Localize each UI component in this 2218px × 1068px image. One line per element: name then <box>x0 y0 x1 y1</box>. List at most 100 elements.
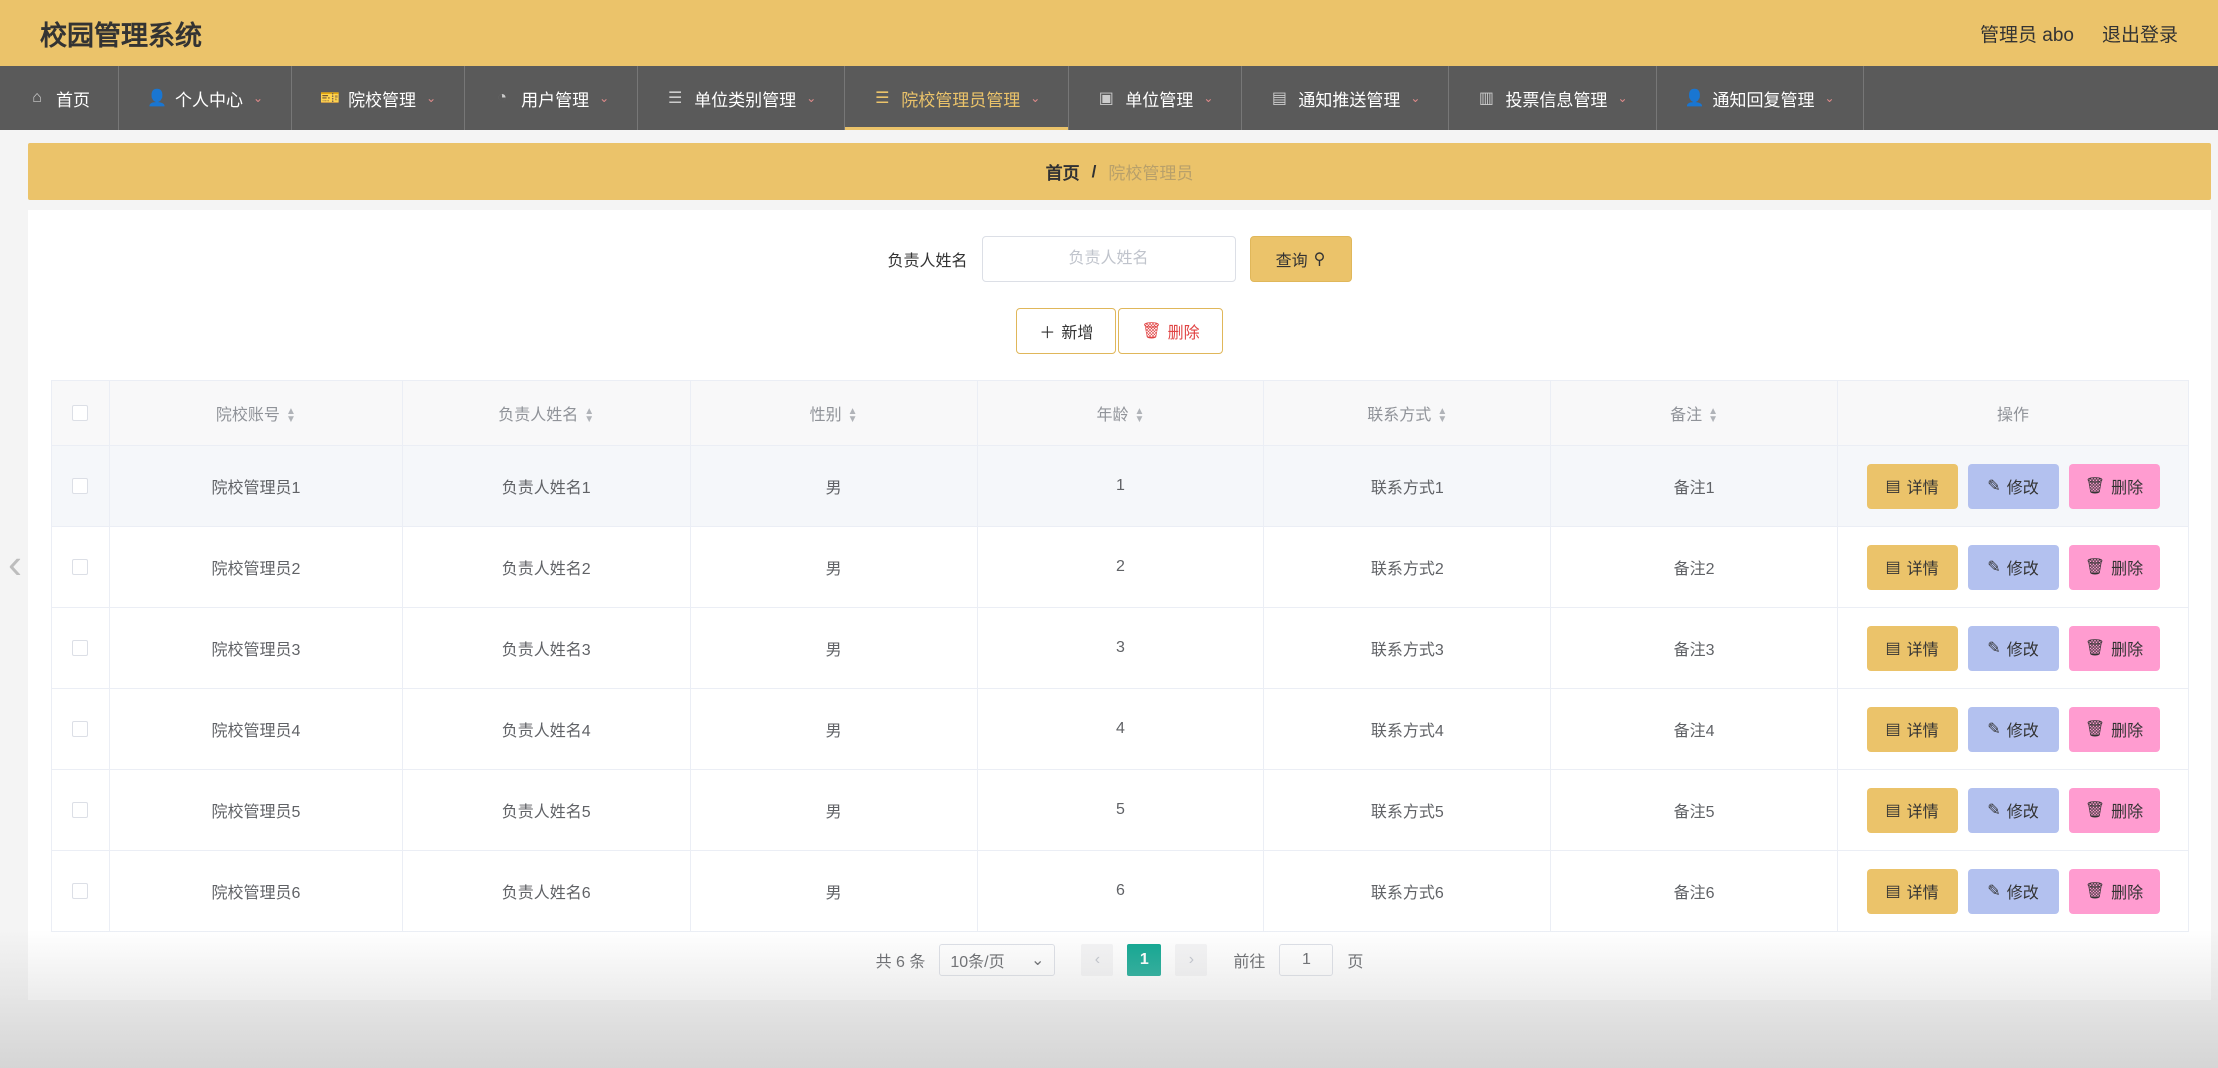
column-header[interactable]: 性别 ▲ ▼ <box>690 380 978 446</box>
table-cell: 备注3 <box>1550 607 1839 689</box>
edit-button[interactable]: ✎ 修改 <box>1967 625 2059 671</box>
app-header: 校园管理系统 管理员 abo 退出登录 <box>0 0 2218 66</box>
row-checkbox[interactable] <box>72 801 89 818</box>
goto-prefix: 前往 <box>1233 954 1266 971</box>
delete-button[interactable]: 🗑 删除 <box>2068 868 2160 914</box>
nav-item-4[interactable]: ☰ 单位类别管理 ⌄ <box>638 66 846 130</box>
table-cell: 6 <box>977 850 1265 932</box>
select-all-checkbox[interactable] <box>72 404 89 421</box>
total-count: 共 6 条 <box>875 954 926 971</box>
nav-item-label: 个人中心 <box>175 90 243 110</box>
column-header[interactable]: 院校账号 ▲ ▼ <box>109 380 403 446</box>
detail-button[interactable]: ▤ 详情 <box>1866 463 1958 509</box>
column-header: 操作 <box>1837 380 2189 446</box>
edit-button[interactable]: ✎ 修改 <box>1967 463 2059 509</box>
edit-button-label: 修改 <box>2006 642 2039 659</box>
sort-icon[interactable]: ▲ ▼ <box>1134 406 1144 424</box>
nav-item-3[interactable]: ◔ 用户管理 ⌄ <box>465 66 639 130</box>
briefcase-icon: ▤ <box>1271 90 1287 107</box>
collapse-arrow-icon[interactable]: ‹ <box>8 540 22 588</box>
row-checkbox[interactable] <box>72 558 89 575</box>
delete-button[interactable]: 🗑 删除 <box>2068 625 2160 671</box>
sort-icon[interactable]: ▲ ▼ <box>848 406 858 424</box>
detail-button[interactable]: ▤ 详情 <box>1866 706 1958 752</box>
nav-item-0[interactable]: ⌂ 首页 <box>0 66 119 130</box>
sort-icon[interactable]: ▲ ▼ <box>286 406 296 424</box>
delete-button[interactable]: 🗑 删除 <box>2068 787 2160 833</box>
goto-page-input[interactable] <box>1279 944 1334 976</box>
table-cell: 男 <box>690 769 978 851</box>
row-checkbox[interactable] <box>72 639 89 656</box>
chevron-down-icon: ⌄ <box>1824 91 1835 105</box>
table-cell: 男 <box>690 526 978 608</box>
delete-button[interactable]: 🗑 删除 <box>2068 706 2160 752</box>
detail-button[interactable]: ▤ 详情 <box>1866 625 1958 671</box>
column-header[interactable]: 负责人姓名 ▲ ▼ <box>402 380 691 446</box>
ticket-icon: 🎫 <box>320 90 340 107</box>
current-user[interactable]: 管理员 abo <box>1980 20 2074 47</box>
search-input[interactable] <box>981 236 1236 282</box>
delete-button-label: 删除 <box>2111 642 2144 659</box>
row-select-cell <box>51 445 110 527</box>
page-number-current[interactable]: 1 <box>1127 944 1162 976</box>
table-row: 院校管理员4 负责人姓名4 男 4 联系方式4 备注4 ▤ 详情 ✎ 修改 🗑 删除 <box>51 688 2189 770</box>
edit-button-label: 修改 <box>2006 804 2039 821</box>
breadcrumb-current: 院校管理员 <box>1108 164 1194 183</box>
plus-icon: ＋ <box>1039 325 1056 342</box>
sort-icon[interactable]: ▲ ▼ <box>1437 406 1447 424</box>
chevron-down-icon: ⌄ <box>1203 91 1214 105</box>
nav-item-2[interactable]: 🎫 院校管理 ⌄ <box>292 66 466 130</box>
query-button-label: 查询 <box>1275 253 1308 270</box>
table-cell: 联系方式5 <box>1263 769 1552 851</box>
edit-button[interactable]: ✎ 修改 <box>1967 787 2059 833</box>
menu-icon: ☰ <box>875 90 890 107</box>
detail-button[interactable]: ▤ 详情 <box>1866 787 1958 833</box>
edit-button[interactable]: ✎ 修改 <box>1967 706 2059 752</box>
delete-button[interactable]: 🗑 删除 <box>2068 463 2160 509</box>
sort-icon[interactable]: ▲ ▼ <box>584 406 594 424</box>
table-cell: 3 <box>977 607 1265 689</box>
add-button[interactable]: ＋ 新增 <box>1016 308 1117 354</box>
breadcrumb-home[interactable]: 首页 <box>1046 159 1080 184</box>
nav-item-label: 用户管理 <box>521 90 590 110</box>
row-checkbox[interactable] <box>72 882 89 899</box>
column-header[interactable]: 备注 ▲ ▼ <box>1550 380 1839 446</box>
detail-button-label: 详情 <box>1906 642 1939 659</box>
bar-chart-icon: ▥ <box>1478 90 1494 107</box>
logout-link[interactable]: 退出登录 <box>2102 20 2178 47</box>
table-cell: 联系方式3 <box>1263 607 1552 689</box>
delete-button[interactable]: 🗑 删除 <box>2068 544 2160 590</box>
table-cell: 男 <box>690 607 978 689</box>
nav-item-7[interactable]: ▤ 通知推送管理 ⌄ <box>1242 66 1450 130</box>
detail-button[interactable]: ▤ 详情 <box>1866 544 1958 590</box>
document-icon: ▤ <box>1885 802 1901 819</box>
table-cell: 联系方式1 <box>1263 445 1552 527</box>
row-checkbox[interactable] <box>72 720 89 737</box>
column-header[interactable]: 年龄 ▲ ▼ <box>977 380 1265 446</box>
goto-suffix: 页 <box>1347 954 1364 971</box>
nav-item-5[interactable]: ☰ 院校管理员管理 ⌄ <box>845 66 1070 130</box>
nav-item-1[interactable]: 👤 个人中心 ⌄ <box>119 66 293 130</box>
detail-button[interactable]: ▤ 详情 <box>1866 868 1958 914</box>
page-size-select[interactable]: 10条/页 ⌄ <box>939 944 1056 976</box>
data-table: 院校账号 ▲ ▼ 负责人姓名 ▲ ▼ 性别 ▲ ▼ 年龄 ▲ ▼ 联系方式 ▲ ▼ 备注 ▲ ▼ 操作 院校管理员1… <box>51 380 2189 932</box>
nav-item-8[interactable]: ▥ 投票信息管理 ⌄ <box>1449 66 1657 130</box>
trash-icon: 🗑 <box>2084 802 2106 819</box>
row-checkbox[interactable] <box>72 477 89 494</box>
nav-item-9[interactable]: 👤 通知回复管理 ⌄ <box>1657 66 1864 130</box>
query-button[interactable]: 查询 ⚲ <box>1249 236 1352 282</box>
trash-icon: 🗑 <box>2084 478 2106 495</box>
edit-button[interactable]: ✎ 修改 <box>1967 544 2059 590</box>
nav-item-label: 院校管理员管理 <box>901 90 1021 110</box>
sort-icon[interactable]: ▲ ▼ <box>1708 406 1718 424</box>
nav-item-6[interactable]: ▣ 单位管理 ⌄ <box>1069 66 1243 130</box>
edit-button[interactable]: ✎ 修改 <box>1967 868 2059 914</box>
next-page-button[interactable]: › <box>1175 944 1208 976</box>
column-header[interactable]: 联系方式 ▲ ▼ <box>1263 380 1552 446</box>
delete-button-label: 删除 <box>2111 885 2144 902</box>
detail-button-label: 详情 <box>1906 885 1939 902</box>
trash-icon: 🗑 <box>2084 883 2106 900</box>
document-icon: ▤ <box>1885 640 1901 657</box>
batch-delete-button[interactable]: 🗑 删除 <box>1118 308 1223 354</box>
prev-page-button[interactable]: ‹ <box>1081 944 1114 976</box>
